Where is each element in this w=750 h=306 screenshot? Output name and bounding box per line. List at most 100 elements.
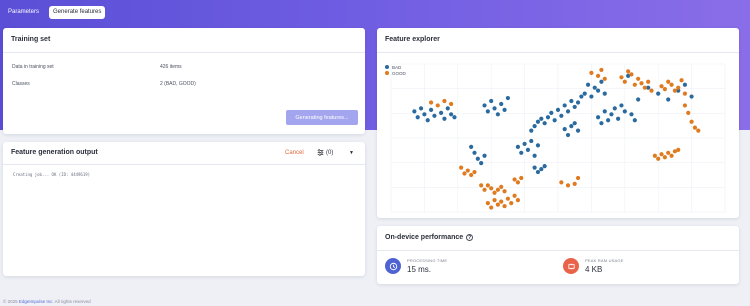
data-point-bad[interactable] (632, 118, 637, 123)
data-point-bad[interactable] (502, 107, 507, 112)
data-point-bad[interactable] (599, 121, 604, 126)
data-point-good[interactable] (479, 183, 484, 188)
data-point-good[interactable] (656, 156, 661, 161)
data-point-bad[interactable] (535, 143, 541, 148)
data-point-good[interactable] (505, 196, 510, 201)
data-point-good[interactable] (599, 67, 604, 73)
data-point-bad[interactable] (616, 116, 621, 121)
data-point-good[interactable] (502, 189, 507, 194)
data-point-bad[interactable] (445, 106, 450, 111)
data-point-good[interactable] (669, 82, 674, 87)
data-point-bad[interactable] (622, 109, 627, 114)
data-point-bad[interactable] (529, 128, 534, 133)
data-point-good[interactable] (459, 165, 464, 170)
data-point-bad[interactable] (532, 124, 537, 129)
data-point-bad[interactable] (449, 112, 454, 117)
data-point-good[interactable] (502, 203, 507, 209)
help-icon[interactable]: ? (466, 234, 474, 241)
data-point-bad[interactable] (555, 107, 561, 112)
data-point-good[interactable] (519, 175, 524, 181)
data-point-good[interactable] (602, 76, 607, 81)
data-point-good[interactable] (692, 125, 698, 130)
tab-generate-features[interactable]: Generate features (49, 6, 106, 19)
data-point-good[interactable] (442, 98, 447, 104)
data-point-bad[interactable] (412, 109, 417, 114)
data-point-bad[interactable] (612, 106, 617, 111)
data-point-good[interactable] (636, 76, 641, 81)
data-point-good[interactable] (515, 198, 521, 203)
data-point-bad[interactable] (666, 97, 671, 102)
data-point-bad[interactable] (592, 85, 597, 90)
data-point-good[interactable] (652, 153, 657, 158)
data-point-good[interactable] (572, 181, 577, 186)
data-point-bad[interactable] (535, 169, 541, 175)
data-point-bad[interactable] (422, 112, 427, 117)
data-point-bad[interactable] (415, 115, 420, 120)
filter-button[interactable]: (0) (317, 149, 333, 156)
data-point-good[interactable] (672, 88, 677, 93)
data-point-bad[interactable] (606, 118, 611, 123)
data-point-bad[interactable] (452, 115, 457, 120)
data-point-good[interactable] (662, 87, 667, 92)
data-point-good[interactable] (575, 175, 581, 181)
data-point-good[interactable] (492, 190, 497, 195)
data-point-bad[interactable] (535, 119, 541, 124)
data-point-good[interactable] (632, 82, 637, 87)
data-point-good[interactable] (689, 119, 694, 124)
data-point-good[interactable] (622, 79, 627, 84)
data-point-bad[interactable] (585, 82, 591, 87)
data-point-bad[interactable] (565, 132, 571, 138)
data-point-bad[interactable] (519, 150, 524, 155)
data-point-bad[interactable] (629, 112, 634, 117)
data-point-bad[interactable] (532, 165, 537, 170)
data-point-bad[interactable] (562, 127, 567, 132)
data-point-bad[interactable] (542, 164, 547, 169)
data-point-good[interactable] (626, 69, 631, 74)
data-point-bad[interactable] (532, 153, 537, 158)
data-point-good[interactable] (559, 180, 564, 185)
data-point-bad[interactable] (542, 121, 547, 126)
data-point-good[interactable] (666, 150, 671, 155)
data-point-bad[interactable] (562, 103, 567, 108)
data-point-good[interactable] (669, 153, 674, 158)
data-point-bad[interactable] (425, 118, 430, 123)
data-point-good[interactable] (492, 198, 497, 203)
data-point-good[interactable] (662, 155, 667, 160)
data-point-bad[interactable] (418, 106, 424, 111)
data-point-good[interactable] (485, 201, 490, 206)
generate-features-button[interactable]: Generating features... (286, 110, 358, 125)
data-point-bad[interactable] (489, 98, 494, 104)
data-point-bad[interactable] (522, 141, 527, 147)
data-point-bad[interactable] (469, 144, 474, 149)
data-point-good[interactable] (465, 168, 470, 173)
data-point-good[interactable] (682, 91, 688, 96)
data-point-good[interactable] (666, 79, 671, 84)
data-point-bad[interactable] (636, 97, 641, 102)
data-point-bad[interactable] (602, 91, 607, 96)
data-point-bad[interactable] (575, 128, 581, 133)
data-point-bad[interactable] (595, 88, 601, 93)
data-point-bad[interactable] (689, 94, 694, 99)
data-point-good[interactable] (676, 85, 681, 90)
data-point-good[interactable] (428, 100, 434, 105)
data-point-bad[interactable] (656, 91, 661, 96)
data-point-good[interactable] (509, 201, 514, 206)
data-point-good[interactable] (469, 172, 474, 178)
data-point-bad[interactable] (572, 121, 577, 126)
data-point-good[interactable] (489, 186, 494, 191)
data-point-bad[interactable] (572, 104, 577, 110)
data-point-bad[interactable] (515, 144, 521, 149)
data-point-good[interactable] (696, 128, 701, 133)
data-point-good[interactable] (646, 79, 651, 84)
data-point-bad[interactable] (539, 116, 544, 121)
data-point-bad[interactable] (428, 107, 434, 112)
data-point-good[interactable] (629, 72, 634, 77)
data-point-bad[interactable] (619, 103, 624, 108)
data-point-bad[interactable] (609, 112, 614, 117)
data-point-bad[interactable] (505, 95, 510, 101)
footer-company-link[interactable]: EdgeImpulse Inc. (19, 299, 54, 304)
data-point-bad[interactable] (499, 101, 504, 107)
data-point-bad[interactable] (482, 153, 487, 158)
data-point-bad[interactable] (479, 161, 484, 166)
data-point-good[interactable] (595, 73, 601, 78)
